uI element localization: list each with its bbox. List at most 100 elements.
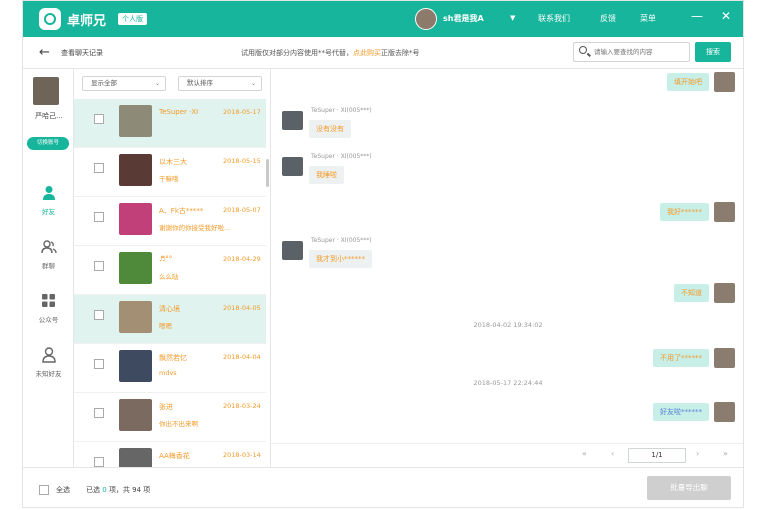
contact-avatar bbox=[119, 252, 152, 284]
trial-notice-tail: 正版去除*号 bbox=[381, 49, 420, 57]
group-icon bbox=[23, 239, 74, 257]
chevron-down-icon[interactable]: ▼ bbox=[510, 14, 515, 22]
app-name: 卓师兄 bbox=[67, 14, 107, 29]
selected-count: 0 bbox=[102, 486, 107, 494]
incoming-message: 没有没有 bbox=[309, 120, 351, 138]
search-icon bbox=[579, 46, 587, 54]
select-all-checkbox[interactable] bbox=[39, 485, 49, 495]
my-avatar bbox=[714, 202, 735, 222]
back-arrow-icon[interactable]: ← bbox=[39, 45, 50, 60]
chevron-down-icon: ⌄ bbox=[250, 80, 256, 87]
contact-name: 张进 bbox=[159, 403, 173, 411]
row-checkbox[interactable] bbox=[94, 261, 104, 271]
contact-name: TeSuper ·XI bbox=[159, 108, 199, 116]
contact-last-message: 嗯嗯 bbox=[159, 322, 172, 330]
buy-link[interactable]: 点此购买 bbox=[353, 49, 381, 57]
sender-avatar bbox=[282, 111, 303, 130]
sender-name: TeSuper · XI(005***) bbox=[311, 153, 372, 160]
sender-avatar bbox=[282, 157, 303, 176]
contact-us-link[interactable]: 联系我们 bbox=[538, 13, 570, 24]
contact-avatar bbox=[119, 448, 152, 467]
show-filter-select[interactable]: 显示全部 ⌄ bbox=[82, 76, 166, 91]
nav-item-groups[interactable]: 群聊 bbox=[23, 239, 74, 270]
contact-scrollbar[interactable] bbox=[266, 159, 269, 187]
contact-row[interactable]: 飘然若忆 2018-04-04 mdvs bbox=[74, 344, 266, 393]
row-checkbox[interactable] bbox=[94, 457, 104, 467]
user-avatar[interactable] bbox=[415, 8, 437, 30]
my-avatar bbox=[714, 402, 735, 422]
select-all-label: 全选 bbox=[56, 486, 70, 494]
contact-last-message: mdvs bbox=[159, 369, 177, 377]
contact-avatar bbox=[119, 105, 152, 137]
next-page-icon[interactable]: › bbox=[696, 449, 699, 458]
sort-filter-value: 默认排序 bbox=[187, 79, 213, 87]
contact-row[interactable]: 张进 2018-03-24 你出不出来啊 bbox=[74, 393, 266, 442]
row-checkbox[interactable] bbox=[94, 359, 104, 369]
account-name: 严哈己... bbox=[35, 112, 63, 120]
contact-row[interactable]: ♬°° 2018-04-29 么么哒 bbox=[74, 246, 266, 295]
row-checkbox[interactable] bbox=[94, 310, 104, 320]
search-button[interactable]: 搜索 bbox=[695, 42, 731, 62]
row-checkbox[interactable] bbox=[94, 163, 104, 173]
contact-name: 清心境 bbox=[159, 305, 180, 313]
outgoing-message: 不知道 bbox=[674, 284, 709, 302]
footer-bar: 全选 已选 0 项，共 94 项 批量导出聊 bbox=[23, 467, 743, 507]
contact-avatar bbox=[119, 203, 152, 235]
chevron-down-icon: ⌄ bbox=[154, 80, 160, 87]
last-page-icon[interactable]: » bbox=[723, 449, 728, 458]
outgoing-message: 不用了****** bbox=[653, 349, 709, 367]
close-icon[interactable]: ✕ bbox=[721, 9, 731, 23]
contact-date: 2018-05-17 bbox=[223, 108, 261, 116]
switch-account-button[interactable]: 切换账号 bbox=[27, 137, 69, 150]
first-page-icon[interactable]: « bbox=[582, 449, 587, 458]
nav-item-unknown-friends[interactable]: 未知好友 bbox=[23, 347, 74, 378]
page-indicator[interactable]: 1/1 bbox=[628, 448, 686, 463]
username[interactable]: sh君是我A bbox=[443, 13, 484, 24]
sender-name: TeSuper · XI(005***) bbox=[311, 237, 372, 244]
row-checkbox[interactable] bbox=[94, 114, 104, 124]
app-window: 卓师兄 个人版 sh君是我A ▼ 联系我们 反馈 菜单 — ✕ ← 查看聊天记录… bbox=[22, 0, 744, 508]
contact-row[interactable]: A、Fk古***** 2018-05-07 谢谢你的你接受我好啦... bbox=[74, 197, 266, 246]
account-avatar bbox=[33, 77, 59, 105]
contact-avatar bbox=[119, 154, 152, 186]
sender-avatar bbox=[282, 241, 303, 260]
selected-suffix: 项，共 94 项 bbox=[108, 486, 151, 494]
chat-history: 填开始吧 TeSuper · XI(005***) 没有没有 TeSuper · XI… bbox=[271, 69, 743, 443]
sort-filter-select[interactable]: 默认排序 ⌄ bbox=[178, 76, 262, 91]
minimize-icon[interactable]: — bbox=[691, 9, 703, 23]
page-title: 查看聊天记录 bbox=[61, 49, 103, 57]
menu-link[interactable]: 菜单 bbox=[640, 13, 656, 24]
nav-item-official-accounts[interactable]: 公众号 bbox=[23, 293, 74, 324]
prev-page-icon[interactable]: ‹ bbox=[611, 449, 614, 458]
search-input[interactable] bbox=[594, 46, 686, 58]
selected-count-text: 已选 0 项，共 94 项 bbox=[86, 485, 150, 495]
contact-avatar bbox=[119, 350, 152, 382]
contact-date: 2018-03-14 bbox=[223, 451, 261, 459]
contact-name: AA梅香花 bbox=[159, 452, 190, 460]
my-avatar bbox=[714, 283, 735, 303]
contact-name: ♬°° bbox=[159, 255, 173, 263]
batch-export-button[interactable]: 批量导出聊 bbox=[647, 476, 731, 500]
unknown-user-icon bbox=[23, 347, 74, 365]
nav-label-official-accounts: 公众号 bbox=[38, 316, 59, 324]
grid-icon bbox=[23, 293, 74, 311]
app-logo-icon bbox=[39, 8, 61, 30]
nav-item-friends[interactable]: 好友 bbox=[23, 185, 74, 216]
contact-row[interactable]: AA梅香花 2018-03-14 bbox=[74, 442, 266, 467]
row-checkbox[interactable] bbox=[94, 212, 104, 222]
contact-row[interactable]: TeSuper ·XI 2018-05-17 bbox=[74, 99, 266, 148]
contact-name: A、Fk古***** bbox=[159, 207, 204, 215]
outgoing-message: 我好****** bbox=[660, 203, 709, 221]
row-checkbox[interactable] bbox=[94, 408, 104, 418]
feedback-link[interactable]: 反馈 bbox=[600, 13, 616, 24]
search-box bbox=[573, 42, 690, 62]
show-filter-value: 显示全部 bbox=[91, 79, 117, 87]
contact-date: 2018-04-29 bbox=[223, 255, 261, 263]
contact-row[interactable]: 清心境 2018-04-05 嗯嗯 bbox=[74, 295, 266, 344]
contact-row[interactable]: 以木三大 2018-05-15 干嘛哦 bbox=[74, 148, 266, 197]
pagination: « ‹ 1/1 › » bbox=[271, 443, 743, 467]
nav-label-groups: 群聊 bbox=[42, 262, 55, 270]
contact-date: 2018-05-15 bbox=[223, 157, 261, 165]
contact-avatar bbox=[119, 301, 152, 333]
outgoing-message: 好友啦****** bbox=[653, 403, 709, 421]
